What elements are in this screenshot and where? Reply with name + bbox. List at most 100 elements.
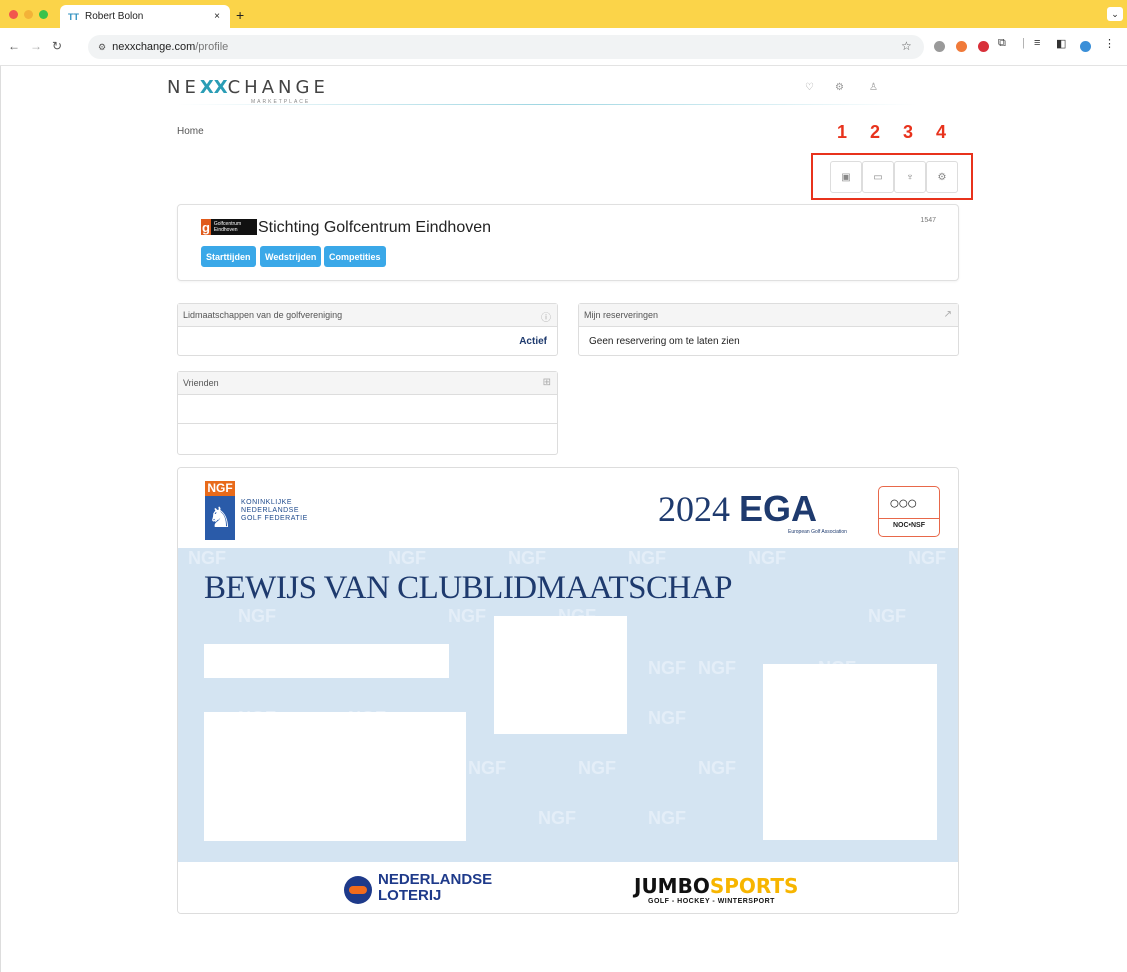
nederlandse-loterij-logo: NEDERLANDSE LOTERIJ — [378, 872, 492, 904]
trophy-icon[interactable]: ♆ — [894, 161, 926, 193]
reservations-panel-header: Mijn reserveringen ↗ — [579, 304, 958, 327]
reload-icon[interactable]: ↻ — [52, 39, 62, 53]
close-window-button[interactable] — [9, 10, 18, 19]
nederlandse-loterij-icon — [344, 876, 372, 904]
ega-year: 2024 — [658, 489, 730, 529]
jumbo-sports-logo: JUMBOSPORTS — [634, 874, 798, 898]
url-path: /profile — [195, 41, 229, 53]
extension-icon[interactable] — [956, 41, 967, 52]
extension-icon[interactable] — [934, 41, 945, 52]
url-host: nexxchange.com — [112, 41, 196, 53]
friends-panel-header: Vrienden ⊞ — [178, 372, 557, 395]
site-settings-icon[interactable]: ⚙ — [98, 42, 106, 53]
settings-gear-icon[interactable]: ⚙ — [835, 82, 844, 93]
membership-card-image: NGF ♞ KONINKLIJKE NEDERLANDSE GOLF FEDER… — [177, 467, 959, 914]
back-arrow-icon[interactable]: ← — [8, 39, 20, 53]
ngf-watermark: NGF — [748, 548, 786, 568]
ega-logo: 2024 EGA — [658, 488, 817, 530]
reservations-empty-text: Geen reservering om te laten zien — [589, 335, 740, 347]
toolbar-divider: | — [1022, 37, 1025, 49]
favorites-heart-icon[interactable]: ♡ — [805, 82, 814, 93]
extensions-puzzle-icon[interactable]: ⧉ — [998, 37, 1006, 50]
ngf-watermark: NGF — [628, 548, 666, 568]
tab-title: Robert Bolon — [85, 11, 144, 22]
ngf-watermark: NGF — [468, 758, 506, 778]
memberships-panel-header: Lidmaatschappen van de golfvereniging ⓘ — [178, 304, 557, 327]
wedstrijden-button[interactable]: Wedstrijden — [260, 246, 322, 267]
logo-text-left: NE — [167, 77, 200, 98]
address-bar[interactable]: ⚙ nexxchange.com/profile — [88, 35, 924, 59]
reading-list-icon[interactable]: ≡ — [1034, 37, 1040, 49]
olympic-rings-icon: ○○○ — [889, 493, 918, 513]
tab-favicon-icon: TT — [68, 11, 79, 22]
annotation-marker-4: 4 — [936, 122, 947, 142]
tab-search-chevron-icon[interactable]: ⌄ — [1107, 7, 1123, 21]
ngf-watermark: NGF — [448, 606, 486, 626]
ega-word: EGA — [739, 488, 818, 529]
memberships-panel-title: Lidmaatschappen van de golfvereniging — [183, 310, 343, 320]
maximize-window-button[interactable] — [39, 10, 48, 19]
memberships-panel: Lidmaatschappen van de golfvereniging ⓘ … — [177, 303, 558, 356]
card-body: NGF NGF NGF NGF NGF NGF NGF NGF NGF NGF … — [178, 548, 958, 862]
ngf-watermark: NGF — [238, 606, 276, 626]
noc-nsf-logo: ○○○ NOC•NSF — [878, 486, 940, 537]
friends-panel: Vrienden ⊞ — [177, 371, 558, 455]
breadcrumb[interactable]: Home — [177, 126, 204, 137]
annotation-marker-2: 2 — [870, 122, 881, 142]
reservations-panel-body: Geen reservering om te laten zien — [579, 327, 958, 355]
forward-arrow-icon[interactable]: → — [30, 39, 42, 53]
competities-button[interactable]: Competities — [324, 246, 386, 267]
menu-kebab-icon[interactable]: ⋮ — [1104, 37, 1115, 50]
friends-row — [178, 395, 557, 424]
ngf-logo: NGF ♞ — [205, 481, 235, 540]
profile-avatar-icon[interactable] — [1080, 41, 1091, 52]
info-icon[interactable]: ⓘ — [541, 309, 551, 324]
ngf-watermark: NGF — [538, 808, 576, 828]
ngf-watermark: NGF — [648, 808, 686, 828]
reservations-panel: Mijn reserveringen ↗ Geen reservering om… — [578, 303, 959, 356]
card-header: NGF ♞ KONINKLIJKE NEDERLANDSE GOLF FEDER… — [178, 468, 958, 548]
extension-icon[interactable] — [978, 41, 989, 52]
membership-status[interactable]: Actief — [519, 336, 547, 347]
annotation-marker-1: 1 — [837, 122, 848, 142]
side-panel-icon[interactable]: ◧ — [1056, 37, 1066, 50]
ega-subtitle: European Golf Association — [788, 529, 847, 535]
add-friend-icon[interactable]: ⊞ — [543, 377, 551, 388]
ngf-watermark: NGF — [648, 658, 686, 678]
ngf-watermark: NGF — [188, 548, 226, 568]
new-tab-button[interactable]: + — [236, 7, 244, 23]
loterij-line2: LOTERIJ — [378, 887, 442, 904]
membership-card-icon[interactable]: ▣ — [830, 161, 862, 193]
friends-panel-title: Vrienden — [183, 378, 219, 388]
bookmark-star-icon[interactable]: ☆ — [901, 39, 912, 53]
ngf-logo-label: NGF — [205, 481, 235, 496]
ngf-watermark: NGF — [648, 708, 686, 728]
ngf-watermark: NGF — [388, 548, 426, 568]
ngf-name-line3: GOLF FEDERATIE — [241, 515, 308, 522]
user-account-icon[interactable]: ♙ — [869, 82, 878, 93]
club-card: g Golfcentrum Eindhoven Stichting Golfce… — [177, 204, 959, 281]
card-footer: NEDERLANDSE LOTERIJ JUMBOSPORTS GOLF - H… — [178, 862, 958, 913]
payment-card-icon[interactable]: ▭ — [862, 161, 894, 193]
minimize-window-button[interactable] — [24, 10, 33, 19]
loterij-line1: NEDERLANDSE — [378, 871, 493, 888]
logo-x-mark: XX — [199, 77, 228, 98]
logo-text-right: CHANGE — [227, 77, 329, 98]
memberships-panel-body: Actief — [178, 327, 557, 355]
browser-toolbar: ← → ↻ ⚙ nexxchange.com/profile ☆ ⧉ | ≡ ◧… — [0, 28, 1127, 66]
tab-close-icon[interactable]: × — [214, 11, 220, 22]
settings-cog-icon[interactable]: ⚙ — [926, 161, 958, 193]
external-link-icon[interactable]: ↗ — [944, 309, 952, 320]
club-name: Stichting Golfcentrum Eindhoven — [258, 219, 492, 236]
starttijden-button[interactable]: Starttijden — [201, 246, 256, 267]
redacted-qr-code — [763, 664, 937, 840]
ngf-watermark: NGF — [908, 548, 946, 568]
ngf-lion-icon: ♞ — [205, 496, 235, 540]
redacted-details-field — [204, 712, 466, 841]
ngf-name-line2: NEDERLANDSE — [241, 507, 300, 514]
ngf-watermark: NGF — [578, 758, 616, 778]
site-logo[interactable]: NEXXCHANGE — [167, 77, 329, 98]
browser-tab-active[interactable]: TT Robert Bolon × — [60, 5, 230, 28]
reservations-panel-title: Mijn reserveringen — [584, 310, 659, 320]
redacted-name-field — [204, 644, 449, 678]
